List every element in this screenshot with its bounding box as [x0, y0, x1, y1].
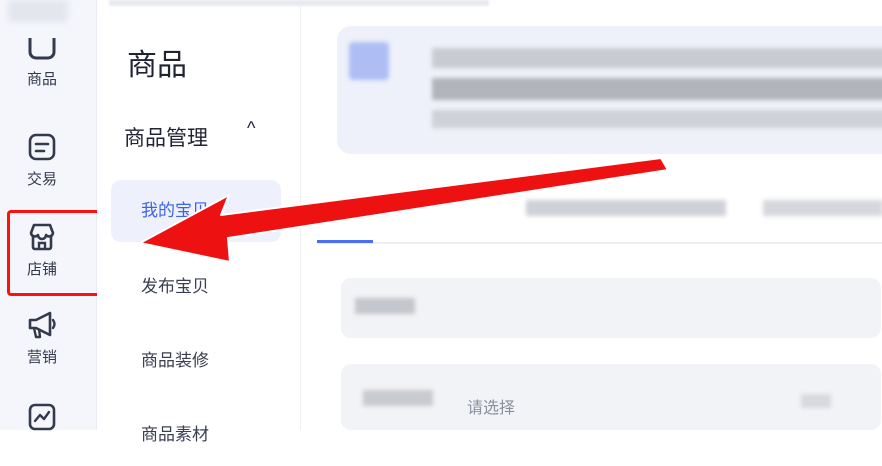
- tab-active-blurred[interactable]: [349, 198, 389, 214]
- rail-item-marketing[interactable]: 营销: [0, 310, 84, 367]
- banner-text-blurred: [432, 78, 882, 100]
- submenu-item-decoration[interactable]: 商品装修: [111, 330, 281, 392]
- rail-item-trade[interactable]: 交易: [0, 132, 84, 189]
- tab-active-indicator: [317, 240, 373, 243]
- tab-blurred[interactable]: [763, 200, 882, 216]
- notice-banner: [337, 26, 882, 154]
- banner-icon-blurred: [349, 42, 389, 80]
- document-icon: [0, 132, 84, 162]
- filter-field[interactable]: [341, 278, 881, 338]
- banner-text-blurred: [432, 110, 882, 128]
- submenu-group-label[interactable]: 商品管理: [124, 122, 208, 152]
- banner-text-blurred: [432, 48, 882, 68]
- submenu-panel: 商品 商品管理 ^ 我的宝贝 发布宝贝 商品装修 商品素材: [97, 0, 489, 444]
- rail-item-label: 商品: [26, 71, 57, 88]
- chart-icon: [0, 402, 84, 432]
- chevron-up-icon[interactable]: ^: [247, 118, 255, 139]
- rail-top-blurred: [8, 0, 68, 22]
- select-placeholder: 请选择: [467, 400, 516, 417]
- rail-item-label: 交易: [26, 171, 57, 188]
- rail-item-label: 营销: [26, 349, 57, 366]
- field-suffix-blurred: [801, 394, 831, 408]
- field-label-blurred: [355, 298, 415, 314]
- tab-blurred[interactable]: [526, 200, 726, 216]
- filter-select[interactable]: [341, 364, 881, 430]
- tabs-divider: [317, 242, 882, 244]
- rail-item-goods[interactable]: 商品: [0, 38, 84, 89]
- field-label-blurred: [363, 390, 433, 406]
- submenu-item-materials[interactable]: 商品素材: [111, 404, 281, 466]
- submenu-title: 商品: [127, 49, 187, 82]
- submenu-item-my-items[interactable]: 我的宝贝: [111, 180, 281, 242]
- rail-item-data[interactable]: [0, 402, 84, 432]
- submenu-item-publish[interactable]: 发布宝贝: [111, 256, 281, 318]
- bag-icon: [0, 38, 84, 62]
- main-content: 请选择: [301, 0, 882, 430]
- megaphone-icon: [0, 310, 84, 340]
